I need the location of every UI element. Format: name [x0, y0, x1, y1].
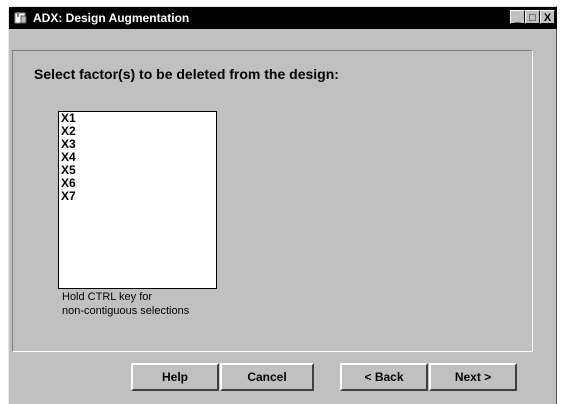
list-item[interactable]: X5	[59, 164, 216, 177]
maximize-button[interactable]: □	[525, 10, 540, 24]
window-title: ADX: Design Augmentation	[33, 11, 190, 25]
help-button[interactable]: Help	[131, 363, 219, 391]
hint-line-2: non-contiguous selections	[62, 305, 190, 317]
window-controls: _ □ X	[510, 10, 555, 24]
close-button[interactable]: X	[540, 10, 555, 24]
list-item[interactable]: X6	[59, 177, 216, 190]
list-item[interactable]: X4	[59, 151, 216, 164]
hint-line-1: Hold CTRL key for	[62, 291, 153, 303]
list-item[interactable]: X7	[59, 190, 216, 203]
next-button[interactable]: Next >	[429, 363, 517, 391]
app-icon	[14, 12, 27, 24]
selection-hint: Hold CTRL key for non-contiguous selecti…	[62, 290, 189, 318]
list-item[interactable]: X1	[59, 112, 216, 125]
title-bar[interactable]: ADX: Design Augmentation _ □ X	[9, 7, 557, 29]
back-button[interactable]: < Back	[340, 363, 428, 391]
list-item[interactable]: X3	[59, 138, 216, 151]
instruction-heading: Select factor(s) to be deleted from the …	[34, 66, 339, 82]
factor-listbox[interactable]: X1 X2 X3 X4 X5 X6 X7	[58, 111, 217, 289]
list-item[interactable]: X2	[59, 125, 216, 138]
minimize-button[interactable]: _	[510, 10, 525, 24]
cancel-button[interactable]: Cancel	[220, 363, 314, 391]
